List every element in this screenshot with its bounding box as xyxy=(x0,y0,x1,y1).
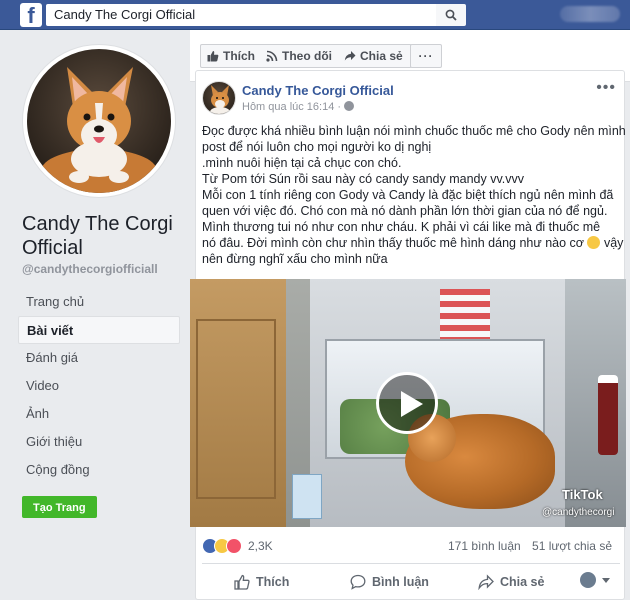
page-nav: Trang chủ Bài viết Đánh giá Video Ảnh Gi… xyxy=(18,288,180,484)
page-profile-picture[interactable] xyxy=(22,44,176,198)
page-share-button[interactable]: Chia sẻ xyxy=(338,44,412,68)
reaction-count: 2,3K xyxy=(248,539,273,553)
share-arrow-icon xyxy=(478,574,494,590)
tiktok-handle: @candythecorgi xyxy=(542,507,615,518)
top-navigation-bar: f Candy The Corgi Official xyxy=(0,0,630,30)
post-author-avatar[interactable] xyxy=(202,81,236,115)
post-like-button[interactable]: Thích xyxy=(234,572,289,592)
post-comment-button[interactable]: Bình luận xyxy=(350,572,429,592)
post-message: Đọc được khá nhiều bình luận nói mình ch… xyxy=(202,123,626,267)
page-like-label: Thích xyxy=(223,49,255,63)
page-follow-label: Theo dõi xyxy=(282,49,332,63)
globe-icon xyxy=(344,101,355,111)
page-title: Candy The Corgi Official xyxy=(22,213,173,259)
chevron-down-icon xyxy=(602,578,610,583)
post-line: Mình thương tui nó như con như cháu. K p… xyxy=(202,220,601,234)
sidebar-item-photos[interactable]: Ảnh xyxy=(18,400,180,428)
search-button[interactable] xyxy=(436,4,466,26)
post-line: Đọc được khá nhiều bình luận nói mình ch… xyxy=(202,124,626,138)
post-line: Mỗi con 1 tính riêng con Gody và Candy l… xyxy=(202,188,614,202)
sidebar-item-videos[interactable]: Video xyxy=(18,372,180,400)
post-like-label: Thích xyxy=(256,575,290,589)
page-sidebar: Candy The Corgi Official @candythecorgio… xyxy=(0,30,190,600)
sidebar-item-home[interactable]: Trang chủ xyxy=(18,288,180,316)
tiktok-watermark: TikTok xyxy=(562,487,603,502)
search-input[interactable]: Candy The Corgi Official xyxy=(46,4,436,26)
comment-icon xyxy=(350,574,366,590)
post-options-button[interactable]: ••• xyxy=(596,79,616,97)
video-box xyxy=(292,474,322,519)
post-comment-label: Bình luận xyxy=(372,575,429,589)
post-timestamp[interactable]: Hôm qua lúc 16:14 · xyxy=(242,101,355,113)
corgi-avatar-photo xyxy=(27,49,171,193)
page-username[interactable]: @candythecorgiofficiall xyxy=(22,262,158,276)
post-line: Từ Pom tới Sún rồi sau này có candy sand… xyxy=(202,172,525,186)
user-avatar xyxy=(580,572,596,588)
play-icon xyxy=(401,391,423,417)
post-line: post để nói luôn cho mọi người ko dị ngh… xyxy=(202,140,432,154)
post-line-tail: vậy xyxy=(600,236,624,250)
sidebar-item-posts[interactable]: Bài viết xyxy=(18,316,180,344)
page-follow-button[interactable]: Theo dõi xyxy=(260,44,341,68)
video-bottle xyxy=(598,375,618,455)
thumbs-up-icon xyxy=(234,574,250,590)
love-reaction-icon xyxy=(226,538,242,554)
sidebar-item-reviews[interactable]: Đánh giá xyxy=(18,344,180,372)
post-card: Candy The Corgi Official Hôm qua lúc 16:… xyxy=(190,70,626,600)
video-cabinet xyxy=(190,279,286,527)
thumbs-up-icon xyxy=(207,51,219,62)
share-arrow-icon xyxy=(344,51,356,61)
rss-icon xyxy=(266,50,278,62)
laughing-emoji-icon xyxy=(587,236,601,249)
play-button[interactable] xyxy=(376,372,438,434)
more-options-button[interactable]: ··· xyxy=(410,44,442,68)
post-time-text: Hôm qua lúc 16:14 · xyxy=(242,101,342,113)
page-share-label: Chia sẻ xyxy=(360,49,403,63)
top-right-controls[interactable] xyxy=(560,6,620,22)
post-line-text: nó đâu. Đời mình còn chư nhìn thấy thuốc… xyxy=(202,236,584,250)
post-video[interactable]: TikTok @candythecorgi xyxy=(190,279,626,527)
share-count-link[interactable]: 51 lượt chia sẻ xyxy=(532,539,612,553)
post-stats: 171 bình luận 51 lượt chia sẻ xyxy=(440,539,612,553)
post-author-name[interactable]: Candy The Corgi Official xyxy=(242,83,394,98)
post-as-selector[interactable] xyxy=(580,572,610,590)
post-line: nên đừng nghĩ xấu cho mình nữa xyxy=(202,252,388,266)
post-line: quen với việc đó. Chó con mà nó dành phầ… xyxy=(202,204,608,218)
create-page-button[interactable]: Tạo Trang xyxy=(22,496,97,518)
sidebar-item-community[interactable]: Cộng đồng xyxy=(18,456,180,484)
post-action-bar: Thích Bình luận Chia sẻ xyxy=(202,563,620,599)
post-line: .mình nuôi hiện tại cả chục con chó. xyxy=(202,156,402,170)
page-like-button[interactable]: Thích xyxy=(200,44,264,68)
search-icon xyxy=(445,9,457,21)
post-share-label: Chia sẻ xyxy=(500,575,545,589)
post-share-button[interactable]: Chia sẻ xyxy=(478,572,544,592)
post-line: nó đâu. Đời mình còn chư nhìn thấy thuốc… xyxy=(202,235,624,251)
comment-count-link[interactable]: 171 bình luận xyxy=(448,539,521,553)
sidebar-item-about[interactable]: Giới thiệu xyxy=(18,428,180,456)
facebook-logo-icon[interactable]: f xyxy=(20,3,42,27)
